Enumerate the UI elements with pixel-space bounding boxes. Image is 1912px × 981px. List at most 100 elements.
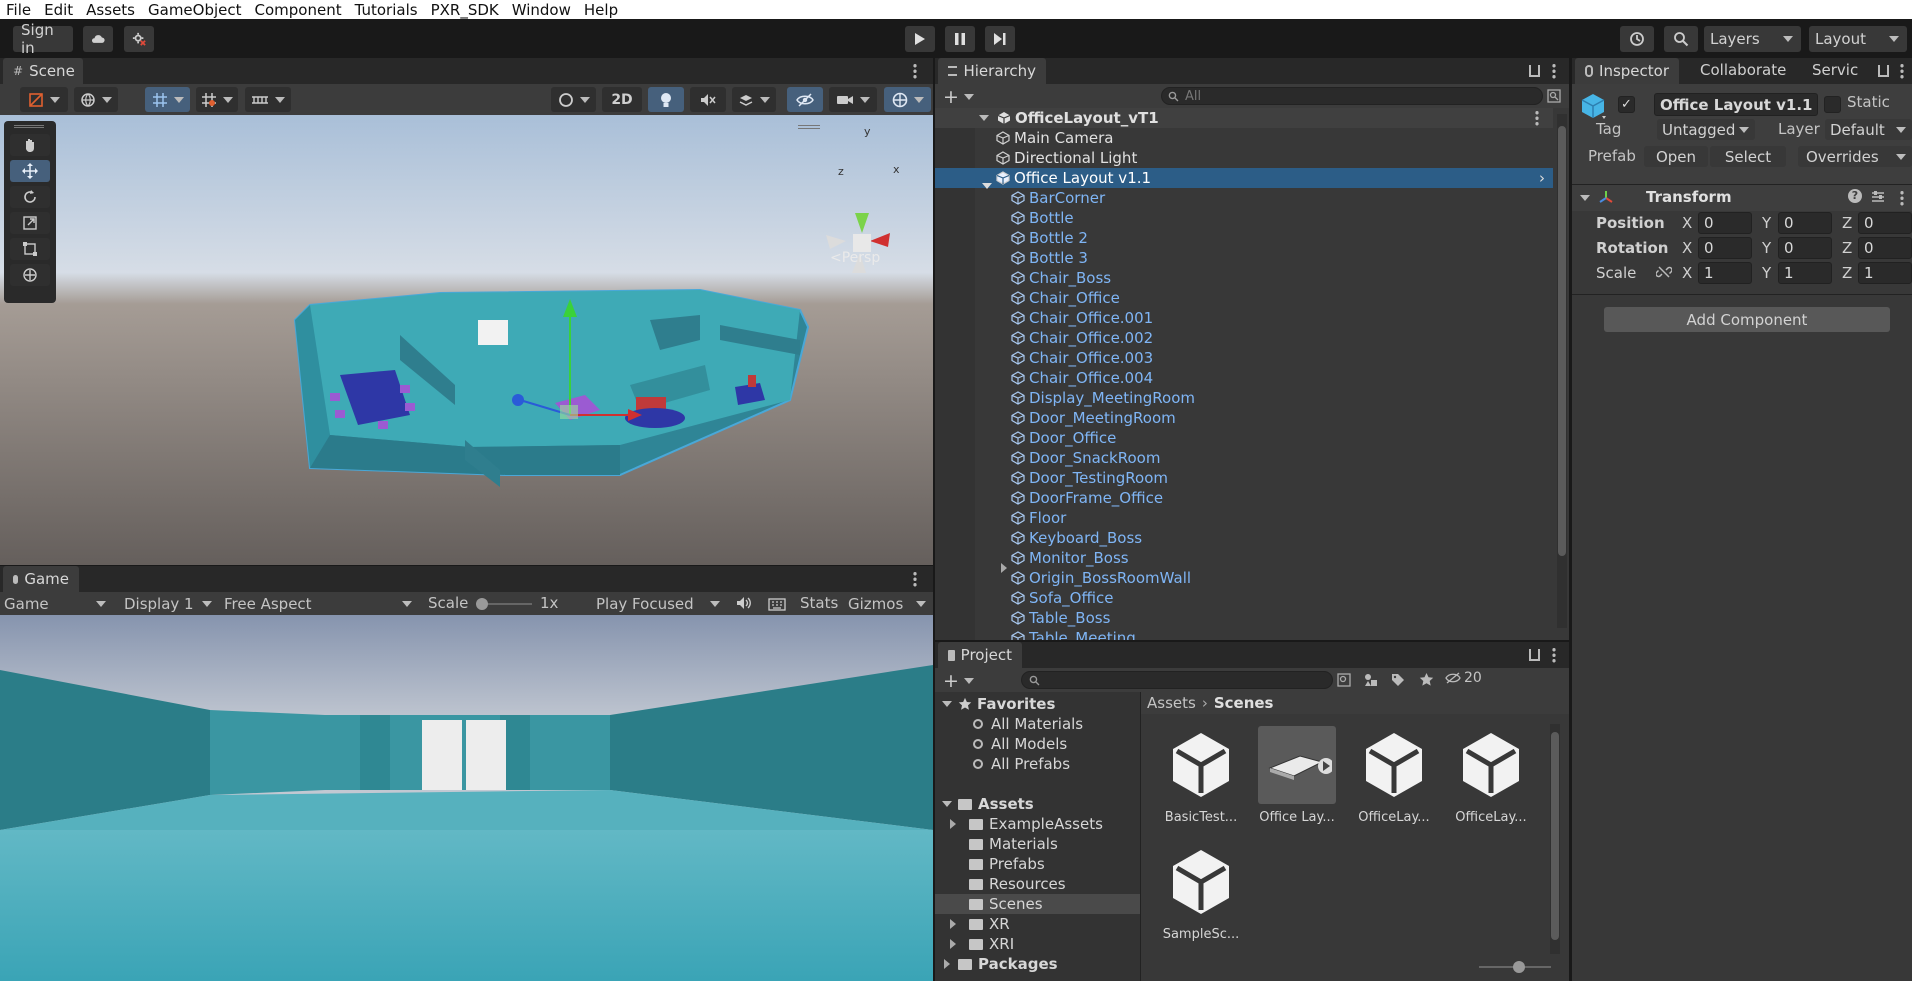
tab-game[interactable]: Game (3, 566, 79, 592)
hierarchy-item[interactable]: Sofa_Office (935, 588, 1553, 608)
scale-slider[interactable] (476, 598, 532, 610)
scene-search-icon[interactable] (1547, 89, 1561, 103)
hierarchy-item[interactable]: Directional Light (935, 148, 1553, 168)
keyboard-shortcut-toggle[interactable] (768, 597, 786, 615)
increment-snap-dropdown[interactable] (196, 87, 238, 112)
tab-scene[interactable]: # Scene (3, 58, 83, 84)
project-menu-icon[interactable] (1552, 647, 1556, 663)
hierarchy-item[interactable]: Display_MeetingRoom (935, 388, 1553, 408)
folder-item[interactable]: Resources (935, 874, 1140, 894)
asset-item[interactable]: OfficeLay... (1445, 726, 1537, 825)
hierarchy-lock-icon[interactable] (1529, 65, 1540, 77)
gizmos-game-dropdown[interactable]: Gizmos (848, 592, 930, 615)
menu-window[interactable]: Window (506, 1, 578, 19)
presets-icon[interactable] (1870, 190, 1886, 204)
asset-item[interactable]: SampleSc... (1155, 843, 1247, 942)
hierarchy-item[interactable]: Chair_Office.004 (935, 368, 1553, 388)
lighting-toggle[interactable] (648, 87, 684, 112)
menu-gameobject[interactable]: GameObject (142, 1, 249, 19)
foldout-arrow-icon[interactable] (979, 115, 989, 121)
hierarchy-item[interactable]: Bottle 3 (935, 248, 1553, 268)
foldout-closed-icon[interactable] (944, 959, 950, 969)
step-button[interactable] (985, 26, 1015, 52)
asset-scroll-thumb[interactable] (1551, 732, 1559, 940)
menu-pxr-sdk[interactable]: PXR_SDK (425, 1, 506, 19)
rotate-tool-button[interactable] (10, 186, 50, 208)
gizmos-dropdown[interactable] (884, 87, 931, 112)
prefab-select-button[interactable]: Select (1710, 146, 1786, 167)
active-checkbox[interactable]: ✓ (1618, 96, 1635, 113)
hierarchy-item[interactable]: DoorFrame_Office (935, 488, 1553, 508)
folder-item[interactable]: XRI (935, 934, 1140, 954)
create-dropdown[interactable]: + (943, 86, 974, 108)
menu-tutorials[interactable]: Tutorials (349, 1, 425, 19)
position-z-field[interactable]: 0 (1858, 212, 1912, 234)
folder-item[interactable]: ExampleAssets (935, 814, 1140, 834)
help-icon[interactable]: ? (1848, 189, 1862, 203)
menu-file[interactable]: File (0, 1, 38, 19)
project-create-dropdown[interactable]: + (943, 670, 974, 692)
project-lock-icon[interactable] (1529, 649, 1540, 661)
folder-item[interactable]: Scenes (935, 894, 1140, 914)
icon-size-slider[interactable] (1479, 961, 1551, 973)
move-tool-button[interactable] (10, 160, 50, 182)
add-component-button[interactable]: Add Component (1604, 307, 1890, 332)
gizmo-handle[interactable] (798, 125, 820, 129)
inspector-menu-icon[interactable] (1900, 63, 1904, 79)
object-name-field[interactable]: Office Layout v1.1 (1654, 93, 1818, 116)
play-mode-dropdown[interactable]: Play Focused (596, 592, 724, 615)
camera-dropdown[interactable] (829, 87, 877, 112)
projection-label[interactable]: <Persp (830, 250, 880, 266)
hierarchy-item[interactable]: Door_Office (935, 428, 1553, 448)
folder-item[interactable]: Materials (935, 834, 1140, 854)
scene-root-menu-icon[interactable] (1535, 110, 1539, 126)
packages-root-row[interactable]: Packages (935, 954, 1140, 974)
stats-toggle[interactable]: Stats (800, 594, 838, 612)
asset-scrollbar[interactable] (1550, 724, 1560, 954)
menu-help[interactable]: Help (578, 1, 625, 19)
collab-button[interactable] (124, 26, 154, 52)
search-by-scene-icon[interactable] (1337, 673, 1351, 687)
favorite-item[interactable]: All Prefabs (935, 754, 1140, 774)
palette-handle[interactable] (14, 125, 44, 128)
display-dropdown[interactable]: Display 1 (124, 592, 216, 615)
audio-toggle[interactable] (690, 87, 726, 112)
transform-menu-icon[interactable] (1900, 190, 1904, 206)
hierarchy-item[interactable]: Origin_BossRoomWall (935, 568, 1553, 588)
cloud-button[interactable] (83, 26, 113, 52)
undo-history-button[interactable] (1620, 26, 1654, 52)
draw-mode-dropdown[interactable] (20, 87, 68, 112)
position-x-field[interactable]: 0 (1698, 212, 1752, 234)
hierarchy-item[interactable]: Table_Meeting (935, 628, 1553, 640)
search-button[interactable] (1664, 26, 1698, 52)
filter-by-label-icon[interactable] (1391, 673, 1405, 687)
breadcrumb-scenes[interactable]: Scenes (1214, 694, 1274, 712)
layout-dropdown[interactable]: Layout (1809, 26, 1907, 52)
transform-tool-button[interactable] (10, 264, 50, 286)
rotation-x-field[interactable]: 0 (1698, 237, 1752, 259)
hierarchy-item[interactable]: Table_Boss (935, 608, 1553, 628)
assets-root-row[interactable]: Assets (935, 794, 1140, 814)
scene-menu-icon[interactable] (913, 63, 917, 79)
game-viewport[interactable] (0, 615, 933, 981)
hierarchy-item[interactable]: Chair_Office.003 (935, 348, 1553, 368)
global-dropdown[interactable] (74, 87, 118, 112)
prefab-open-button[interactable]: Open (1644, 146, 1708, 167)
rotation-y-field[interactable]: 0 (1778, 237, 1832, 259)
scale-tool-button[interactable] (10, 212, 50, 234)
hierarchy-search-input[interactable]: All (1161, 87, 1543, 105)
ruler-dropdown[interactable] (245, 87, 291, 112)
prefab-overrides-dropdown[interactable]: Overrides (1798, 146, 1912, 167)
hierarchy-item[interactable]: Floor (935, 508, 1553, 528)
layers-dropdown[interactable]: Layers (1704, 26, 1801, 52)
scene-visibility-toggle[interactable] (787, 87, 823, 112)
tag-dropdown[interactable]: Untagged (1657, 119, 1755, 140)
hierarchy-menu-icon[interactable] (1552, 63, 1556, 79)
constrain-proportions-icon[interactable] (1656, 264, 1672, 280)
hidden-packages-toggle[interactable]: 20 (1445, 670, 1482, 686)
favorite-item[interactable]: All Materials (935, 714, 1140, 734)
scene-viewport[interactable]: <Persp y z x (0, 115, 933, 565)
2d-toggle-button[interactable]: 2D (602, 87, 642, 112)
scene-root-row[interactable]: OfficeLayout_vT1 (935, 108, 1553, 128)
asset-item[interactable]: Office Lay... (1251, 726, 1343, 825)
